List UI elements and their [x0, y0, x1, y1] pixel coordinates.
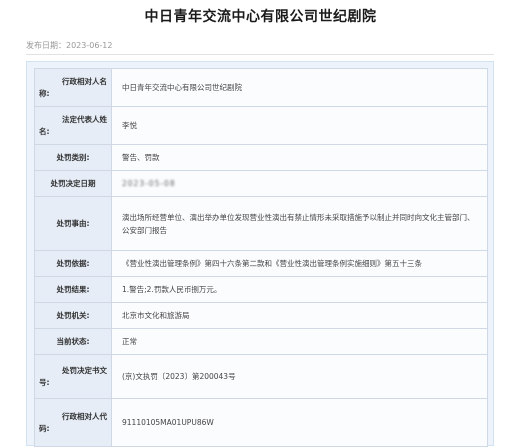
value-party-name: 中日青年交流中心有限公司世纪剧院 [111, 68, 488, 107]
row-penalty-result: 处罚结果: 1.警告;2.罚款人民币捌万元。 [34, 276, 488, 303]
label-decision-date: 处罚决定日期 [34, 170, 112, 197]
label-penalty-basis: 处罚依据: [34, 250, 112, 277]
label-decision-number: 处罚决定书文 号: [34, 354, 112, 399]
row-party-name: 行政相对人名 称: 中日青年交流中心有限公司世纪剧院 [34, 68, 488, 107]
row-penalty-type: 处罚类别: 警告、罚款 [34, 144, 488, 171]
value-penalty-result: 1.警告;2.罚款人民币捌万元。 [111, 276, 488, 303]
value-penalty-reason: 演出场所经营单位、演出举办单位发现营业性演出有禁止情形未采取措施予以制止并同时向… [111, 196, 488, 251]
label-current-status: 当前状态: [34, 328, 112, 355]
value-penalty-authority: 北京市文化和旅游局 [111, 302, 488, 329]
value-penalty-basis: 《营业性演出管理条例》第四十六条第二款和《营业性演出管理条例实施细则》第五十三条 [111, 250, 488, 277]
value-decision-date: 2023-05-08 [111, 170, 488, 197]
value-legal-rep: 李悦 [111, 106, 488, 145]
label-penalty-result: 处罚结果: [34, 276, 112, 303]
label-party-code: 行政相对人代 码: [34, 398, 112, 447]
value-current-status: 正常 [111, 328, 488, 355]
value-party-code: 91110105MA01UPU86W [111, 398, 488, 447]
row-penalty-basis: 处罚依据: 《营业性演出管理条例》第四十六条第二款和《营业性演出管理条例实施细则… [34, 250, 488, 277]
penalty-info-table: 行政相对人名 称: 中日青年交流中心有限公司世纪剧院 法定代表人姓 名: 李悦 … [34, 68, 488, 447]
row-decision-date: 处罚决定日期 2023-05-08 [34, 170, 488, 197]
title-divider [26, 54, 494, 55]
label-penalty-authority: 处罚机关: [34, 302, 112, 329]
value-penalty-type: 警告、罚款 [111, 144, 488, 171]
publish-date: 发布日期：2023-06-12 [26, 41, 113, 50]
row-decision-number: 处罚决定书文 号: (京)文执罚〔2023〕第200043号 [34, 354, 488, 399]
row-legal-rep: 法定代表人姓 名: 李悦 [34, 106, 488, 145]
page-title: 中日青年交流中心有限公司世纪剧院 [144, 9, 377, 25]
label-party-name: 行政相对人名 称: [34, 68, 112, 107]
label-legal-rep: 法定代表人姓 名: [34, 106, 112, 145]
row-party-code: 行政相对人代 码: 91110105MA01UPU86W [34, 398, 488, 447]
row-current-status: 当前状态: 正常 [34, 328, 488, 355]
label-penalty-reason: 处罚事由: [34, 196, 112, 251]
row-penalty-reason: 处罚事由: 演出场所经营单位、演出举办单位发现营业性演出有禁止情形未采取措施予以… [34, 196, 488, 251]
row-penalty-authority: 处罚机关: 北京市文化和旅游局 [34, 302, 488, 329]
value-decision-number: (京)文执罚〔2023〕第200043号 [111, 354, 488, 399]
label-penalty-type: 处罚类别: [34, 144, 112, 171]
